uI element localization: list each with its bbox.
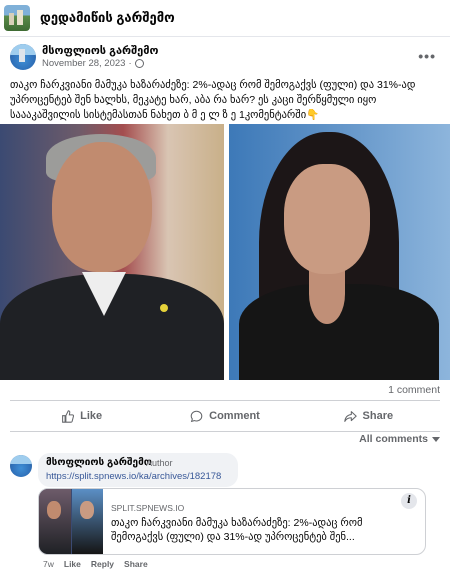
comments-filter-label: All comments xyxy=(359,433,428,445)
like-label: Like xyxy=(80,410,103,422)
preview-domain: SPLIT.SPNEWS.IO xyxy=(111,503,185,513)
comment-actions: 7w Like Reply Share xyxy=(43,559,148,569)
preview-thumbnail[interactable] xyxy=(39,489,103,554)
group-name[interactable]: დედამიწის გარშემო xyxy=(40,10,175,26)
post-date[interactable]: November 28, 2023 xyxy=(42,58,125,69)
more-options-button[interactable]: ••• xyxy=(418,48,436,64)
comment-share-button[interactable]: Share xyxy=(124,559,148,569)
globe-icon xyxy=(134,59,144,68)
comment-bubble: მსოფლიოს გარშემო Author https://split.sp… xyxy=(38,453,238,487)
post-image-left[interactable] xyxy=(0,124,224,380)
comments-filter[interactable]: All comments xyxy=(359,433,440,445)
comment-label: Comment xyxy=(209,410,260,422)
post-header: მსოფლიოს გარშემო November 28, 2023 · ••• xyxy=(10,44,440,78)
post-text: თაკო ჩარკვიანი მამუკა ხაზარაძეზე: 2%-ადა… xyxy=(10,79,416,121)
post-meta: November 28, 2023 · xyxy=(42,58,144,69)
comment-author[interactable]: მსოფლიოს გარშემო xyxy=(46,457,152,468)
preview-title: თაკო ჩარკვიანი მამუკა ხაზარაძეზე: 2%-ადა… xyxy=(111,517,363,543)
author-avatar[interactable] xyxy=(10,44,36,70)
like-button[interactable]: Like xyxy=(10,401,153,431)
post-author[interactable]: მსოფლიოს გარშემო xyxy=(42,44,159,57)
comment-button[interactable]: Comment xyxy=(153,401,296,431)
comment-like-button[interactable]: Like xyxy=(64,559,81,569)
meta-dot: · xyxy=(128,58,132,69)
comment-reply-button[interactable]: Reply xyxy=(91,559,114,569)
share-label: Share xyxy=(362,410,394,422)
info-icon[interactable]: i xyxy=(401,493,417,509)
share-button[interactable]: Share xyxy=(297,401,440,431)
author-badge: Author xyxy=(146,458,173,468)
comment-time[interactable]: 7w xyxy=(43,559,54,569)
comment-link[interactable]: https://split.spnews.io/ka/archives/1821… xyxy=(46,471,221,482)
post-actions: Like Comment Share xyxy=(10,400,440,432)
link-preview[interactable]: SPLIT.SPNEWS.IO თაკო ჩარკვიანი მამუკა ხა… xyxy=(38,488,426,555)
share-icon xyxy=(343,410,357,422)
chevron-down-icon xyxy=(432,436,440,442)
comment-count[interactable]: 1 comment xyxy=(388,384,440,396)
group-header: დედამიწის გარშემო xyxy=(0,0,450,37)
post-image-right[interactable] xyxy=(229,124,450,380)
post-images[interactable] xyxy=(0,124,450,380)
group-avatar[interactable] xyxy=(4,5,30,31)
thumbs-up-icon xyxy=(62,409,75,423)
commenter-avatar[interactable] xyxy=(10,455,32,477)
comment-icon xyxy=(190,410,203,422)
